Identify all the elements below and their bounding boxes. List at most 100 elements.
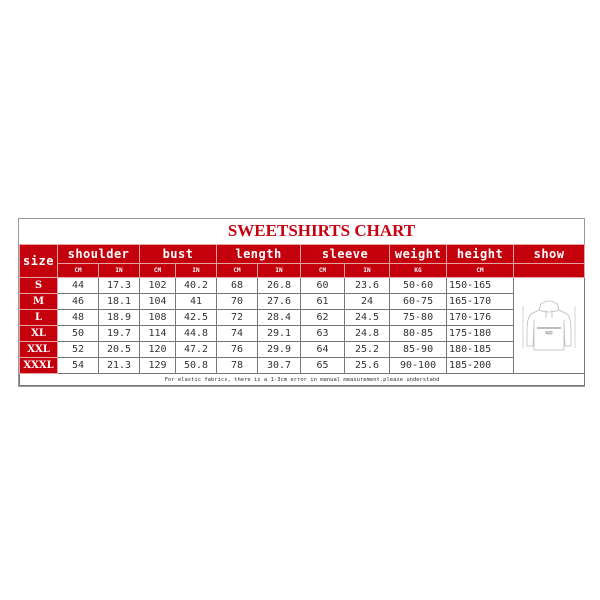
value-cell: 42.5: [175, 309, 218, 326]
value-cell: 85-90: [389, 341, 448, 358]
measurement-note: For elastic fabrics, there is a 1-3cm er…: [18, 373, 586, 386]
value-cell: 28.4: [257, 309, 302, 326]
value-cell: 21.3: [97, 357, 141, 374]
value-cell: 27.6: [257, 293, 302, 310]
chart-title: SWEETSHIRTS CHART: [19, 219, 584, 244]
size-cell: L: [19, 309, 58, 326]
value-cell: 24.5: [344, 309, 391, 326]
value-cell: 29.9: [257, 341, 302, 358]
value-cell: 62: [300, 309, 346, 326]
unit-header: CM: [216, 263, 259, 278]
value-cell: 44: [57, 277, 99, 294]
value-cell: 80-85: [389, 325, 448, 342]
unit-header: IN: [175, 263, 218, 278]
value-cell: 64: [300, 341, 346, 358]
table-row: XXL 52 20.5 120 47.2 76 29.9 64 25.2 85-…: [19, 341, 585, 358]
value-cell: 78: [216, 357, 259, 374]
table-row: L 48 18.9 108 42.5 72 28.4 62 24.5 75-80…: [19, 309, 585, 326]
table-row: M 46 18.1 104 41 70 27.6 61 24 60-75 165…: [19, 293, 585, 310]
value-cell: 47.2: [175, 341, 218, 358]
value-cell: 76: [216, 341, 259, 358]
value-cell: 75-80: [389, 309, 448, 326]
table-row: XL 50 19.7 114 44.8 74 29.1 63 24.8 80-8…: [19, 325, 585, 342]
size-cell: XXL: [19, 341, 58, 358]
value-cell: 63: [300, 325, 346, 342]
value-cell: 50-60: [389, 277, 448, 294]
hoodie-diagram-icon: 胸围: [522, 300, 576, 350]
value-cell: 68: [216, 277, 259, 294]
unit-header: [513, 263, 586, 278]
value-cell: 18.1: [97, 293, 141, 310]
header-row-units: CM IN CM IN CM IN CM IN KG CM: [20, 263, 586, 278]
unit-header: CM: [446, 263, 515, 278]
show-cell: 胸围: [513, 277, 586, 374]
value-cell: 65: [300, 357, 346, 374]
show-header: show: [513, 244, 586, 264]
unit-header: IN: [344, 263, 391, 278]
chest-label: 胸围: [546, 330, 554, 335]
value-cell: 60-75: [389, 293, 448, 310]
value-cell: 24: [344, 293, 391, 310]
size-chart: SWEETSHIRTS CHART size shoulder bust len…: [18, 218, 586, 387]
size-cell: S: [19, 277, 58, 294]
value-cell: 23.6: [344, 277, 391, 294]
value-cell: 185-200: [446, 357, 515, 374]
note-row: For elastic fabrics, there is a 1-3cm er…: [18, 373, 586, 386]
table-row: XXXL 54 21.3 129 50.8 78 30.7 65 25.6 90…: [19, 357, 585, 374]
value-cell: 40.2: [175, 277, 218, 294]
unit-header: CM: [139, 263, 177, 278]
height-header: height: [446, 244, 515, 264]
value-cell: 54: [57, 357, 99, 374]
size-cell: XL: [19, 325, 58, 342]
value-cell: 90-100: [389, 357, 448, 374]
value-cell: 18.9: [97, 309, 141, 326]
value-cell: 50.8: [175, 357, 218, 374]
value-cell: 25.2: [344, 341, 391, 358]
value-cell: 48: [57, 309, 99, 326]
value-cell: 29.1: [257, 325, 302, 342]
value-cell: 24.8: [344, 325, 391, 342]
value-cell: 60: [300, 277, 346, 294]
value-cell: 108: [139, 309, 177, 326]
value-cell: 19.7: [97, 325, 141, 342]
value-cell: 44.8: [175, 325, 218, 342]
size-cell: XXXL: [19, 357, 58, 374]
value-cell: 30.7: [257, 357, 302, 374]
value-cell: 129: [139, 357, 177, 374]
value-cell: 102: [139, 277, 177, 294]
value-cell: 26.8: [257, 277, 302, 294]
value-cell: 150-165: [446, 277, 515, 294]
unit-header: KG: [389, 263, 448, 278]
value-cell: 175-180: [446, 325, 515, 342]
value-cell: 41: [175, 293, 218, 310]
size-table: size shoulder bust length sleeve weight …: [18, 244, 586, 386]
value-cell: 114: [139, 325, 177, 342]
value-cell: 46: [57, 293, 99, 310]
value-cell: 25.6: [344, 357, 391, 374]
size-cell: M: [19, 293, 58, 310]
size-header: size: [19, 244, 58, 278]
unit-header: CM: [57, 263, 99, 278]
unit-header: IN: [97, 263, 141, 278]
value-cell: 180-185: [446, 341, 515, 358]
unit-header: IN: [257, 263, 302, 278]
value-cell: 165-170: [446, 293, 515, 310]
value-cell: 170-176: [446, 309, 515, 326]
length-header: length: [216, 244, 302, 264]
header-row-groups: size shoulder bust length sleeve weight …: [19, 244, 586, 278]
value-cell: 17.3: [97, 277, 141, 294]
value-cell: 70: [216, 293, 259, 310]
bust-header: bust: [139, 244, 218, 264]
weight-header: weight: [389, 244, 448, 264]
shoulder-header: shoulder: [56, 244, 141, 264]
value-cell: 61: [300, 293, 346, 310]
value-cell: 72: [216, 309, 259, 326]
value-cell: 120: [139, 341, 177, 358]
table-row: S 44 17.3 102 40.2 68 26.8 60 23.6 50-60…: [19, 277, 586, 374]
value-cell: 74: [216, 325, 259, 342]
value-cell: 50: [57, 325, 99, 342]
sleeve-header: sleeve: [300, 244, 391, 264]
unit-header: CM: [300, 263, 346, 278]
value-cell: 104: [139, 293, 177, 310]
value-cell: 20.5: [97, 341, 141, 358]
